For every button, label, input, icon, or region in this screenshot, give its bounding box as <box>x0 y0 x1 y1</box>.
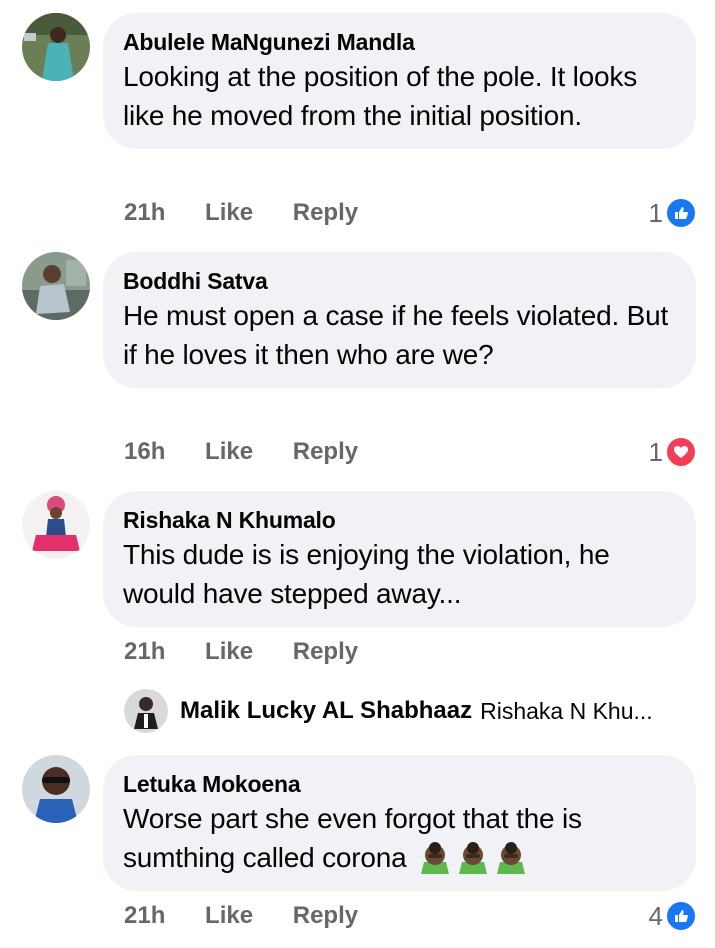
avatar[interactable] <box>22 755 90 823</box>
comment-actions: 21h Like Reply <box>124 635 391 669</box>
avatar[interactable] <box>22 252 90 320</box>
see-no-evil-gesture-icon <box>456 840 490 874</box>
comment-author[interactable]: Boddhi Satva <box>123 266 674 296</box>
reply-snippet: Rishaka N Khu... <box>480 697 653 724</box>
comment-actions: 16h Like Reply <box>124 435 391 469</box>
reaction-summary[interactable]: 1 <box>649 196 697 230</box>
comment-bubble: Boddhi Satva He must open a case if he f… <box>103 252 696 388</box>
reply-button[interactable]: Reply <box>293 638 358 665</box>
love-icon <box>665 436 697 468</box>
comment-time: 16h <box>124 438 166 465</box>
comment-text: This dude is is enjoying the violation, … <box>123 539 610 609</box>
like-button[interactable]: Like <box>205 902 253 929</box>
comment-author[interactable]: Abulele MaNgunezi Mandla <box>123 27 674 57</box>
reply-button[interactable]: Reply <box>293 438 358 465</box>
comment-time: 21h <box>124 638 166 665</box>
comment-text: Worse part she even forgot that the is s… <box>123 799 674 877</box>
comment-time: 21h <box>124 199 166 226</box>
comment-actions: 21h Like Reply <box>124 899 391 933</box>
reply-preview[interactable]: Malik Lucky AL Shabhaaz Rishaka N Khu... <box>124 688 653 734</box>
comment-bubble: Abulele MaNgunezi Mandla Looking at the … <box>103 13 696 149</box>
like-button[interactable]: Like <box>205 638 253 665</box>
see-no-evil-gesture-icon <box>494 840 528 874</box>
reaction-summary[interactable]: 1 <box>649 435 697 469</box>
avatar[interactable] <box>22 491 90 559</box>
comment-author[interactable]: Letuka Mokoena <box>123 769 674 799</box>
avatar[interactable] <box>22 13 90 81</box>
comment-time: 21h <box>124 902 166 929</box>
reply-button[interactable]: Reply <box>293 199 358 226</box>
avatar[interactable] <box>124 689 168 733</box>
like-button[interactable]: Like <box>205 438 253 465</box>
like-icon <box>665 197 697 229</box>
see-no-evil-gesture-icon <box>418 840 452 874</box>
like-icon <box>665 900 697 932</box>
comment-author[interactable]: Rishaka N Khumalo <box>123 505 674 535</box>
reaction-summary[interactable]: 4 <box>649 899 697 933</box>
reaction-count: 1 <box>648 197 663 228</box>
comment-bubble: Letuka Mokoena Worse part she even forgo… <box>103 755 696 891</box>
reply-button[interactable]: Reply <box>293 902 358 929</box>
like-button[interactable]: Like <box>205 199 253 226</box>
comment-text: He must open a case if he feels violated… <box>123 300 669 370</box>
comment-bubble: Rishaka N Khumalo This dude is is enjoyi… <box>103 491 696 627</box>
reaction-count: 4 <box>648 900 663 931</box>
reply-author[interactable]: Malik Lucky AL Shabhaaz <box>180 697 472 725</box>
comment-text: Looking at the position of the pole. It … <box>123 61 638 131</box>
reaction-count: 1 <box>648 436 663 467</box>
comment-actions: 21h Like Reply <box>124 196 391 230</box>
